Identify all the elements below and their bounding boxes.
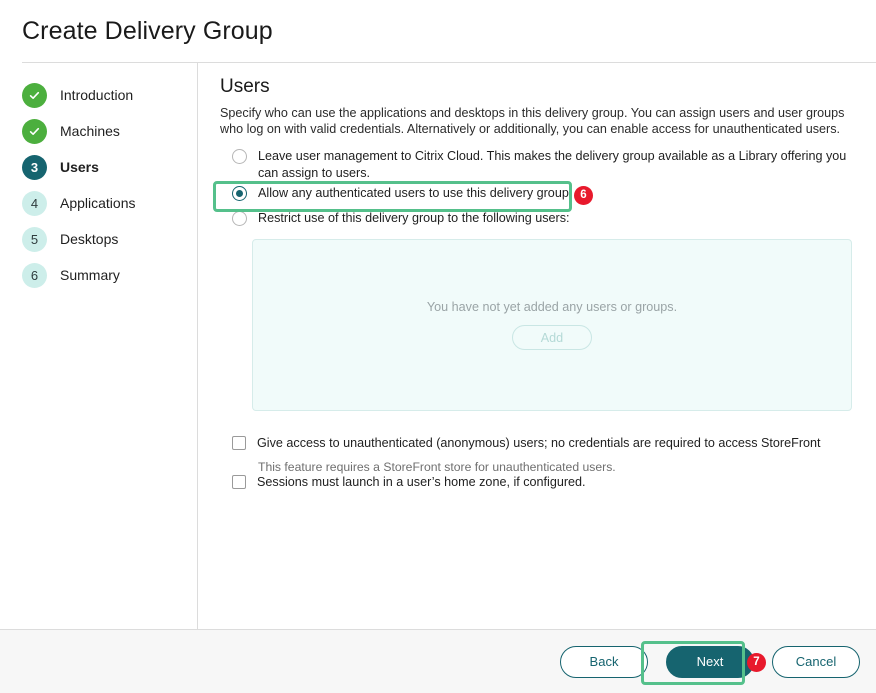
checkbox-icon[interactable] [232,436,246,450]
checkbox-group-anonymous: Give access to unauthenticated (anonymou… [220,435,854,474]
radio-option-label: Allow any authenticated users to use thi… [258,185,572,202]
step-number-badge: 5 [22,227,47,252]
checkbox-icon[interactable] [232,475,246,489]
step-complete-icon [22,83,47,108]
radio-icon[interactable] [232,149,247,164]
sidebar-item-desktops[interactable]: 5 Desktops [0,221,197,257]
step-complete-icon [22,119,47,144]
radio-option-leave-to-citrix-cloud[interactable]: Leave user management to Citrix Cloud. T… [220,146,854,183]
sidebar-item-summary[interactable]: 6 Summary [0,257,197,293]
options-checkbox-group: Give access to unauthenticated (anonymou… [220,435,854,496]
section-title: Users [220,76,854,98]
sidebar-item-label: Introduction [60,87,133,103]
sidebar-item-introduction[interactable]: Introduction [0,77,197,113]
cancel-button[interactable]: Cancel [772,646,860,678]
radio-option-allow-authenticated[interactable]: Allow any authenticated users to use thi… [220,183,854,208]
sidebar-item-users[interactable]: 3 Users [0,149,197,185]
sidebar-item-label: Users [60,159,99,175]
wizard-header: Create Delivery Group [0,0,876,62]
checkbox-row-home-zone[interactable]: Sessions must launch in a user’s home zo… [220,474,854,496]
annotation-badge-6: 6 [574,186,593,205]
step-number-badge: 6 [22,263,47,288]
page-title: Create Delivery Group [22,17,273,46]
radio-option-restrict-users[interactable]: Restrict use of this delivery group to t… [220,208,854,233]
add-users-button[interactable]: Add [512,325,592,350]
radio-icon-selected[interactable] [232,186,247,201]
wizard-step-sidebar: Introduction Machines 3 Users 4 Applicat… [0,63,198,629]
users-empty-message: You have not yet added any users or grou… [427,300,677,314]
checkbox-row-anonymous-access[interactable]: Give access to unauthenticated (anonymou… [220,435,854,457]
next-button[interactable]: Next [666,646,754,678]
step-number-badge: 4 [22,191,47,216]
checkbox-label: Give access to unauthenticated (anonymou… [257,435,821,451]
sidebar-item-machines[interactable]: Machines [0,113,197,149]
annotation-badge-7: 7 [747,653,766,672]
wizard-footer: Back Next Cancel [0,629,876,693]
radio-option-label: Leave user management to Citrix Cloud. T… [258,148,854,181]
user-access-radio-group: Leave user management to Citrix Cloud. T… [220,146,854,233]
sidebar-item-label: Applications [60,195,136,211]
step-number-badge: 3 [22,155,47,180]
sidebar-item-label: Desktops [60,231,118,247]
sidebar-item-applications[interactable]: 4 Applications [0,185,197,221]
section-description: Specify who can use the applications and… [220,105,854,137]
sidebar-item-label: Summary [60,267,120,283]
checkbox-label: Sessions must launch in a user’s home zo… [257,474,586,490]
back-button[interactable]: Back [560,646,648,678]
radio-option-label: Restrict use of this delivery group to t… [258,210,570,227]
wizard-body: Introduction Machines 3 Users 4 Applicat… [0,63,876,629]
radio-icon[interactable] [232,211,247,226]
main-panel: Users Specify who can use the applicatio… [198,63,876,629]
users-list-box: You have not yet added any users or grou… [252,239,852,411]
sidebar-item-label: Machines [60,123,120,139]
next-button-wrapper: Next [666,646,754,678]
checkbox-helper-text: This feature requires a StoreFront store… [258,460,854,474]
